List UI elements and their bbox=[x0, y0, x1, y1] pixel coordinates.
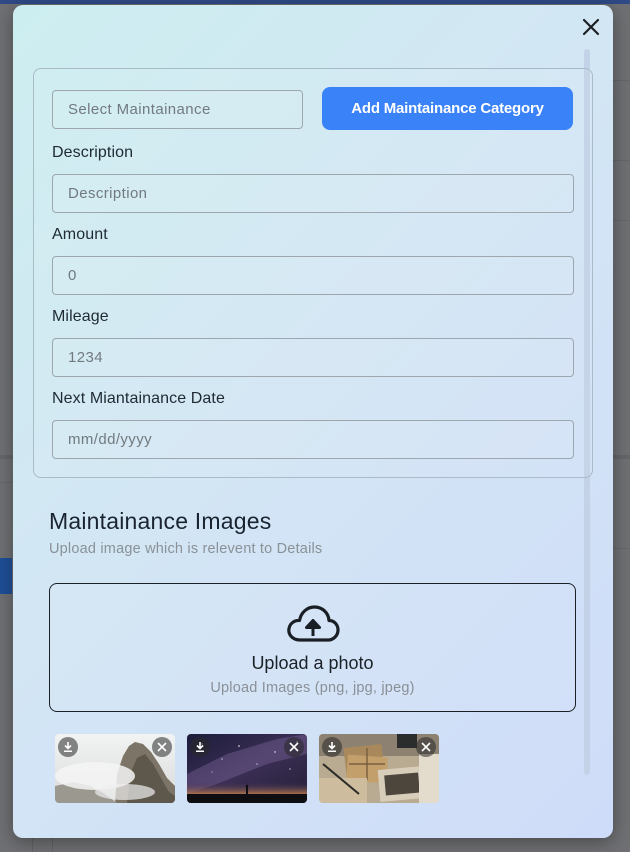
cloud-upload-icon bbox=[287, 605, 340, 642]
amount-input[interactable] bbox=[52, 256, 574, 295]
backdrop-active-item bbox=[0, 558, 12, 594]
close-modal-button[interactable] bbox=[579, 15, 603, 39]
backdrop-divider bbox=[32, 838, 33, 852]
backdrop-divider bbox=[0, 482, 14, 483]
download-icon bbox=[196, 742, 204, 752]
upload-title: Upload a photo bbox=[251, 653, 374, 673]
download-icon bbox=[328, 742, 336, 752]
next-maintenance-date-input[interactable] bbox=[52, 420, 574, 459]
maintenance-modal: Add Maintainance Category Description Am… bbox=[13, 5, 613, 838]
next-maintenance-date-label: Next Miantainance Date bbox=[52, 390, 225, 407]
remove-image-button[interactable] bbox=[416, 737, 436, 757]
add-maintenance-category-button[interactable]: Add Maintainance Category bbox=[322, 87, 573, 130]
close-icon bbox=[582, 18, 600, 36]
mileage-label: Mileage bbox=[52, 308, 109, 325]
download-image-button[interactable] bbox=[190, 737, 210, 757]
images-section-subtitle: Upload image which is relevent to Detail… bbox=[49, 541, 323, 557]
description-label: Description bbox=[52, 144, 134, 161]
download-image-button[interactable] bbox=[322, 737, 342, 757]
description-input[interactable] bbox=[52, 174, 574, 213]
maintenance-select[interactable] bbox=[52, 90, 303, 129]
download-icon bbox=[64, 742, 72, 752]
download-image-button[interactable] bbox=[58, 737, 78, 757]
amount-label: Amount bbox=[52, 226, 108, 243]
mileage-input[interactable] bbox=[52, 338, 574, 377]
foggy-cliff-thumbnail[interactable] bbox=[55, 734, 175, 803]
close-icon bbox=[289, 742, 299, 752]
close-icon bbox=[157, 742, 167, 752]
night-sky-thumbnail[interactable] bbox=[187, 734, 307, 803]
close-icon bbox=[421, 742, 431, 752]
remove-image-button[interactable] bbox=[152, 737, 172, 757]
page-top-bar bbox=[0, 0, 630, 4]
vintage-letters-thumbnail[interactable] bbox=[319, 734, 439, 803]
remove-image-button[interactable] bbox=[284, 737, 304, 757]
backdrop-divider bbox=[52, 838, 53, 852]
upload-dropzone[interactable]: Upload a photo Upload Images (png, jpg, … bbox=[49, 583, 576, 712]
upload-hint: Upload Images (png, jpg, jpeg) bbox=[210, 680, 415, 696]
images-section-title: Maintainance Images bbox=[49, 508, 272, 534]
